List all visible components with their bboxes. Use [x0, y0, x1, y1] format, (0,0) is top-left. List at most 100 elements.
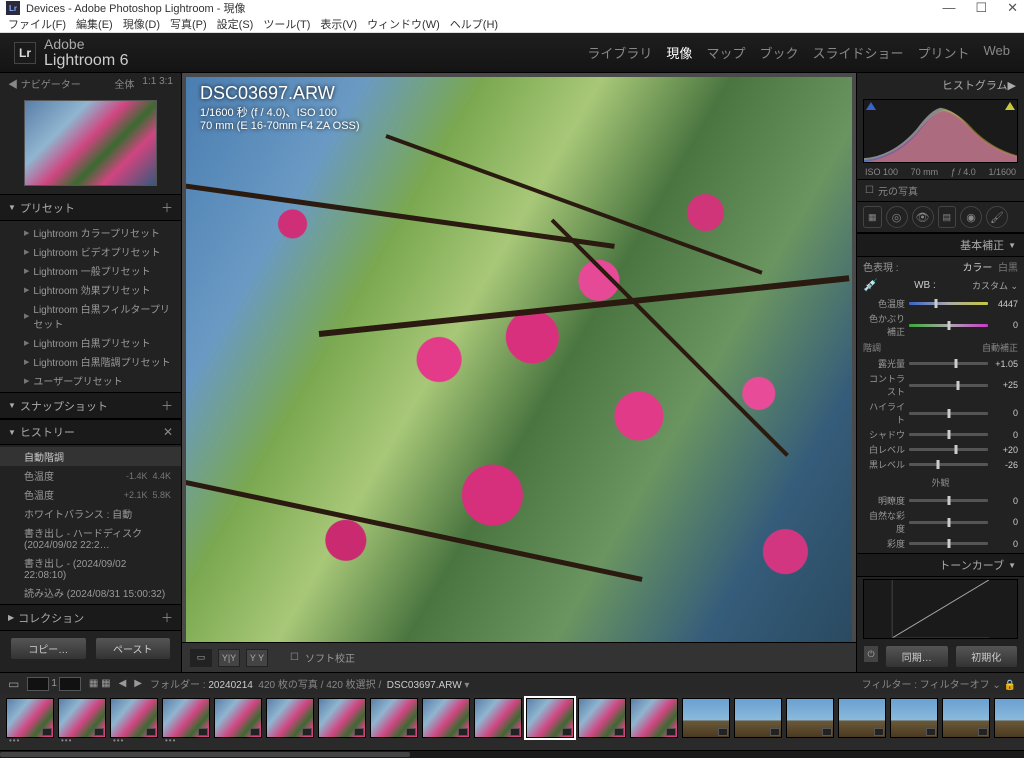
history-item[interactable]: 書き出し - (2024/09/02 22:08:10): [0, 553, 181, 583]
nav-fwd-icon[interactable]: ▶: [134, 678, 142, 689]
redeye-tool[interactable]: 👁: [912, 206, 934, 228]
nav-ratios[interactable]: 1:1 3:1: [142, 76, 173, 91]
filmstrip-thumb[interactable]: [890, 698, 938, 738]
image-canvas[interactable]: DSC03697.ARW 1/1600 秒 (f / 4.0)、ISO 100 …: [186, 77, 852, 642]
grad-tool[interactable]: ▤: [938, 206, 957, 228]
filmstrip[interactable]: ••••••••••••: [0, 694, 1024, 750]
module-library[interactable]: ライブラリ: [587, 43, 652, 62]
soft-proof-toggle[interactable]: ソフト校正: [305, 650, 355, 665]
history-item[interactable]: 読み込み (2024/08/31 15:00:32): [0, 583, 181, 602]
auto-tone-button[interactable]: 自動補正: [982, 341, 1018, 354]
preset-item[interactable]: ▶Lightroom カラープリセット: [0, 223, 181, 242]
menu-view[interactable]: 表示(V): [320, 16, 357, 32]
filmstrip-thumb[interactable]: •••: [110, 698, 158, 738]
filmstrip-thumb[interactable]: [578, 698, 626, 738]
menu-develop[interactable]: 現像(D): [123, 16, 160, 32]
snapshot-panel-header[interactable]: ▼スナップショット＋: [0, 392, 181, 419]
nav-fit[interactable]: 全体: [114, 76, 134, 91]
reset-button[interactable]: 初期化: [955, 645, 1019, 668]
clarity-slider[interactable]: [909, 499, 988, 502]
histogram[interactable]: [863, 99, 1018, 163]
spot-tool[interactable]: ◎: [886, 206, 908, 228]
white-slider[interactable]: [909, 448, 988, 451]
wb-dropdown[interactable]: カスタム ⌄: [972, 279, 1018, 292]
filmstrip-thumb[interactable]: [266, 698, 314, 738]
menu-settings[interactable]: 設定(S): [217, 16, 254, 32]
menu-file[interactable]: ファイル(F): [8, 16, 66, 32]
history-panel-header[interactable]: ▼ヒストリー✕: [0, 419, 181, 445]
maximize-button[interactable]: ☐: [975, 0, 987, 16]
folder-name[interactable]: 20240214: [208, 680, 253, 691]
basic-panel-header[interactable]: 基本補正▼: [857, 233, 1024, 257]
minimize-button[interactable]: —: [942, 0, 955, 16]
treatment-color[interactable]: カラー: [962, 263, 992, 274]
filmstrip-scrollbar[interactable]: [0, 750, 1024, 758]
exposure-slider[interactable]: [909, 362, 988, 365]
preset-item[interactable]: ▶Lightroom 一般プリセット: [0, 261, 181, 280]
history-item[interactable]: 書き出し - ハードディスク (2024/09/02 22:2…: [0, 523, 181, 553]
original-toggle[interactable]: ☐元の写真: [857, 179, 1024, 202]
second-window-icon[interactable]: [59, 677, 81, 691]
preset-item[interactable]: ▶Lightroom ビデオプリセット: [0, 242, 181, 261]
shadow-slider[interactable]: [909, 433, 988, 436]
main-window-icon[interactable]: [27, 677, 49, 691]
filmstrip-thumb[interactable]: [942, 698, 990, 738]
filmstrip-thumb[interactable]: •••: [162, 698, 210, 738]
module-slideshow[interactable]: スライドショー: [812, 43, 903, 62]
crop-tool[interactable]: ▦: [863, 206, 882, 228]
navigator-preview[interactable]: [24, 100, 157, 186]
filmstrip-thumb[interactable]: [526, 698, 574, 738]
second-monitor-icon[interactable]: ▭: [8, 677, 19, 691]
close-button[interactable]: ✕: [1007, 0, 1018, 16]
menu-photo[interactable]: 写真(P): [170, 16, 207, 32]
menu-edit[interactable]: 編集(E): [76, 16, 113, 32]
filmstrip-thumb[interactable]: [682, 698, 730, 738]
sync-button[interactable]: 同期…: [885, 645, 949, 668]
highlight-slider[interactable]: [909, 412, 988, 415]
filmstrip-thumb[interactable]: [474, 698, 522, 738]
filmstrip-thumb[interactable]: [838, 698, 886, 738]
contrast-slider[interactable]: [909, 384, 988, 387]
filmstrip-thumb[interactable]: [734, 698, 782, 738]
module-develop[interactable]: 現像: [666, 43, 692, 62]
history-item[interactable]: 自動階調: [0, 447, 181, 466]
preset-item[interactable]: ▶Lightroom 白黒フィルタープリセット: [0, 299, 181, 333]
preset-item[interactable]: ▶Lightroom 効果プリセット: [0, 280, 181, 299]
preset-item[interactable]: ▶Lightroom 白黒プリセット: [0, 333, 181, 352]
module-print[interactable]: プリント: [917, 43, 969, 62]
presets-panel-header[interactable]: ▼プリセット＋: [0, 194, 181, 221]
history-item[interactable]: ホワイトバランス : 自動: [0, 504, 181, 523]
tint-slider[interactable]: [909, 324, 988, 327]
black-slider[interactable]: [909, 463, 988, 466]
filter-lock-icon[interactable]: 🔒: [1004, 680, 1016, 691]
menu-tools[interactable]: ツール(T): [263, 16, 310, 32]
filmstrip-thumb[interactable]: [422, 698, 470, 738]
filmstrip-thumb[interactable]: •••: [6, 698, 54, 738]
filmstrip-thumb[interactable]: [630, 698, 678, 738]
highlight-clip-icon[interactable]: [1005, 102, 1015, 110]
menu-help[interactable]: ヘルプ(H): [450, 16, 498, 32]
tonecurve-panel-header[interactable]: トーンカーブ▼: [857, 553, 1024, 577]
switch-icon[interactable]: ⏻: [863, 645, 879, 663]
treatment-bw[interactable]: 白黒: [998, 263, 1018, 274]
loupe-view-button[interactable]: ▭: [190, 649, 212, 667]
copy-button[interactable]: コピー…: [10, 637, 87, 660]
filmstrip-thumb[interactable]: [370, 698, 418, 738]
preset-item[interactable]: ▶Lightroom 白黒階調プリセット: [0, 352, 181, 371]
brush-tool[interactable]: 🖌: [986, 206, 1008, 228]
temp-slider[interactable]: [909, 302, 988, 305]
saturation-slider[interactable]: [909, 542, 988, 545]
filmstrip-thumb[interactable]: [318, 698, 366, 738]
history-item[interactable]: 色温度+2.1K 5.8K: [0, 485, 181, 504]
wb-picker-icon[interactable]: 💉: [863, 278, 878, 292]
collection-panel-header[interactable]: ▶コレクション＋: [0, 604, 181, 631]
module-web[interactable]: Web: [984, 43, 1011, 62]
before-after-yy[interactable]: Y Y: [246, 649, 268, 667]
shadow-clip-icon[interactable]: [866, 102, 876, 110]
histogram-header[interactable]: ヒストグラム▶: [857, 73, 1024, 97]
filter-dropdown[interactable]: フィルターオフ: [920, 680, 990, 691]
before-after-y[interactable]: Y|Y: [218, 649, 240, 667]
filmstrip-thumb[interactable]: [214, 698, 262, 738]
preset-item[interactable]: ▶ユーザープリセット: [0, 371, 181, 390]
filmstrip-thumb[interactable]: [786, 698, 834, 738]
